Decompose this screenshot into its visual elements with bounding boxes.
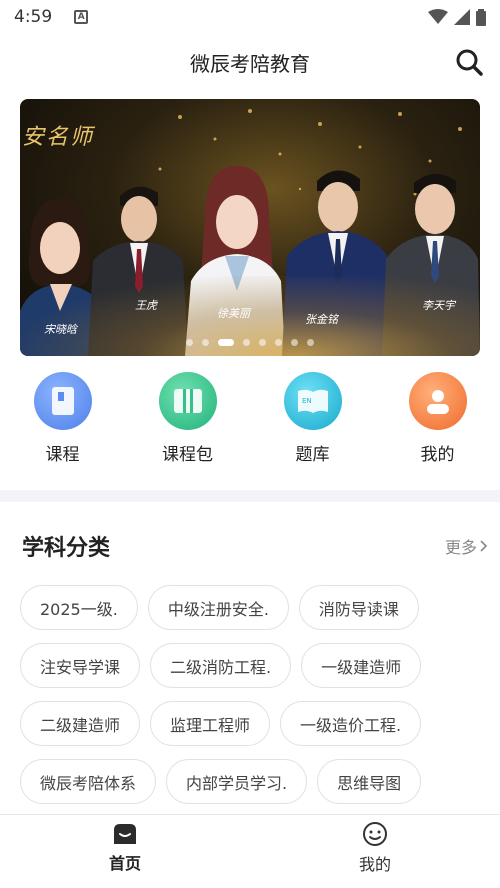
notification-icon: A — [74, 10, 89, 24]
svg-text:EN: EN — [302, 397, 312, 405]
search-icon — [456, 49, 483, 76]
battery-icon — [476, 8, 486, 26]
book-icon — [33, 372, 92, 430]
carousel-dot[interactable] — [275, 339, 282, 346]
carousel-dot[interactable] — [307, 339, 314, 346]
subject-tag[interactable]: 注安导学课 — [20, 643, 141, 688]
subject-tag[interactable]: 二级建造师 — [20, 701, 141, 746]
home-icon — [114, 823, 136, 844]
subject-tag[interactable]: 思维导图 — [317, 759, 422, 804]
quick-nav: 课程 课程包 EN 题库 我的 — [0, 372, 500, 472]
carousel-dot-active[interactable] — [218, 339, 234, 346]
chevron-right-icon — [480, 540, 488, 552]
question-bank-icon: EN — [283, 372, 342, 430]
bottom-nav: 首页 我的 — [0, 814, 500, 880]
quick-nav-mine[interactable]: 我的 — [375, 372, 500, 472]
subject-tag[interactable]: 内部学员学习. — [166, 759, 308, 804]
carousel-dot[interactable] — [202, 339, 209, 346]
tag-row: 注安导学课 二级消防工程. 一级建造师 — [20, 643, 490, 688]
smiley-icon — [363, 821, 387, 846]
quick-nav-question-bank[interactable]: EN 题库 — [250, 372, 375, 472]
quick-nav-label: 题库 — [295, 445, 330, 465]
banner-carousel[interactable]: 安名师 宋晓晗 王虎 徐美丽 张金铭 李天宇 — [20, 99, 480, 356]
home-indicator — [0, 880, 500, 888]
teacher-name: 徐美丽 — [217, 307, 250, 320]
subjects-header: 学科分类 更多 — [22, 530, 488, 562]
package-icon — [158, 372, 217, 430]
carousel-dot[interactable] — [291, 339, 298, 346]
search-button[interactable] — [454, 47, 484, 77]
more-label: 更多 — [444, 538, 477, 557]
tag-row: 2025一级. 中级注册安全. 消防导读课 — [20, 585, 490, 630]
user-icon — [408, 372, 467, 430]
quick-nav-courses[interactable]: 课程 — [0, 372, 125, 472]
quick-nav-label: 我的 — [420, 445, 455, 465]
subject-tag[interactable]: 监理工程师 — [150, 701, 271, 746]
subject-tags: 2025一级. 中级注册安全. 消防导读课 注安导学课 二级消防工程. 一级建造… — [20, 585, 490, 817]
subject-tag[interactable]: 一级建造师 — [301, 643, 422, 688]
quick-nav-label: 课程包 — [162, 445, 213, 465]
subject-tag[interactable]: 2025一级. — [20, 585, 138, 630]
subject-tag[interactable]: 中级注册安全. — [147, 585, 289, 630]
banner-title: 安名师 — [22, 125, 95, 150]
status-time: 4:59 — [14, 7, 53, 27]
teacher-name: 王虎 — [135, 299, 157, 312]
quick-nav-label: 课程 — [45, 445, 80, 465]
teacher-name: 宋晓晗 — [44, 323, 77, 336]
subject-tag[interactable]: 消防导读课 — [298, 585, 419, 630]
more-link[interactable]: 更多 — [445, 534, 488, 558]
teacher-name: 张金铭 — [305, 313, 338, 326]
subject-tag[interactable]: 微辰考陪体系 — [20, 759, 157, 804]
app-header: 微辰考陪教育 — [0, 34, 500, 90]
teacher-name: 李天宇 — [422, 299, 455, 312]
subject-tag[interactable]: 一级造价工程. — [280, 701, 422, 746]
carousel-dot[interactable] — [259, 339, 266, 346]
page-title: 微辰考陪教育 — [190, 51, 310, 76]
tag-row: 微辰考陪体系 内部学员学习. 思维导图 — [20, 759, 490, 804]
status-icons — [428, 8, 486, 26]
section-title: 学科分类 — [22, 536, 111, 561]
wifi-icon — [428, 9, 448, 24]
carousel-dots — [20, 339, 480, 346]
signal-icon — [454, 9, 470, 25]
tag-row: 二级建造师 监理工程师 一级造价工程. — [20, 701, 490, 746]
bottom-nav-mine[interactable]: 我的 — [250, 815, 500, 880]
bottom-nav-label: 首页 — [108, 853, 141, 873]
quick-nav-course-package[interactable]: 课程包 — [125, 372, 250, 472]
carousel-dot[interactable] — [186, 339, 193, 346]
bottom-nav-label: 我的 — [358, 854, 391, 874]
section-divider — [0, 490, 500, 502]
bottom-nav-home[interactable]: 首页 — [0, 815, 250, 880]
carousel-dot[interactable] — [243, 339, 250, 346]
subject-tag[interactable]: 二级消防工程. — [150, 643, 292, 688]
status-bar: 4:59 A — [0, 0, 500, 34]
